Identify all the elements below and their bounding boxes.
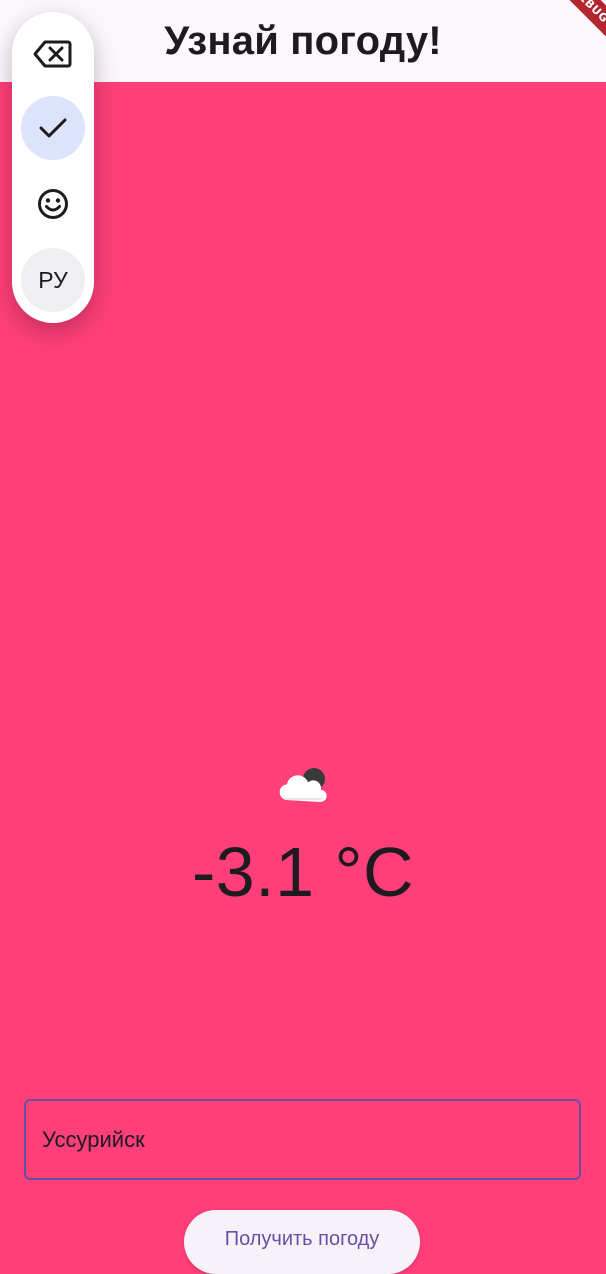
partly-cloudy-night-icon xyxy=(279,768,327,803)
keyboard-side-panel: РУ xyxy=(12,12,94,323)
temperature-readout: -3.1 °C xyxy=(191,833,415,911)
city-field[interactable] xyxy=(24,1099,581,1180)
emoji-button[interactable] xyxy=(21,172,85,236)
language-label: РУ xyxy=(38,266,68,293)
page-title: Узнай погоду! xyxy=(164,18,442,63)
backspace-button[interactable] xyxy=(21,22,85,86)
language-button[interactable]: РУ xyxy=(21,248,85,312)
emoji-icon xyxy=(38,189,68,219)
backspace-icon xyxy=(33,40,72,68)
city-input[interactable] xyxy=(42,1101,562,1178)
check-button[interactable] xyxy=(21,96,85,160)
get-weather-button[interactable]: Получить погоду xyxy=(184,1210,420,1274)
check-icon xyxy=(39,118,67,138)
